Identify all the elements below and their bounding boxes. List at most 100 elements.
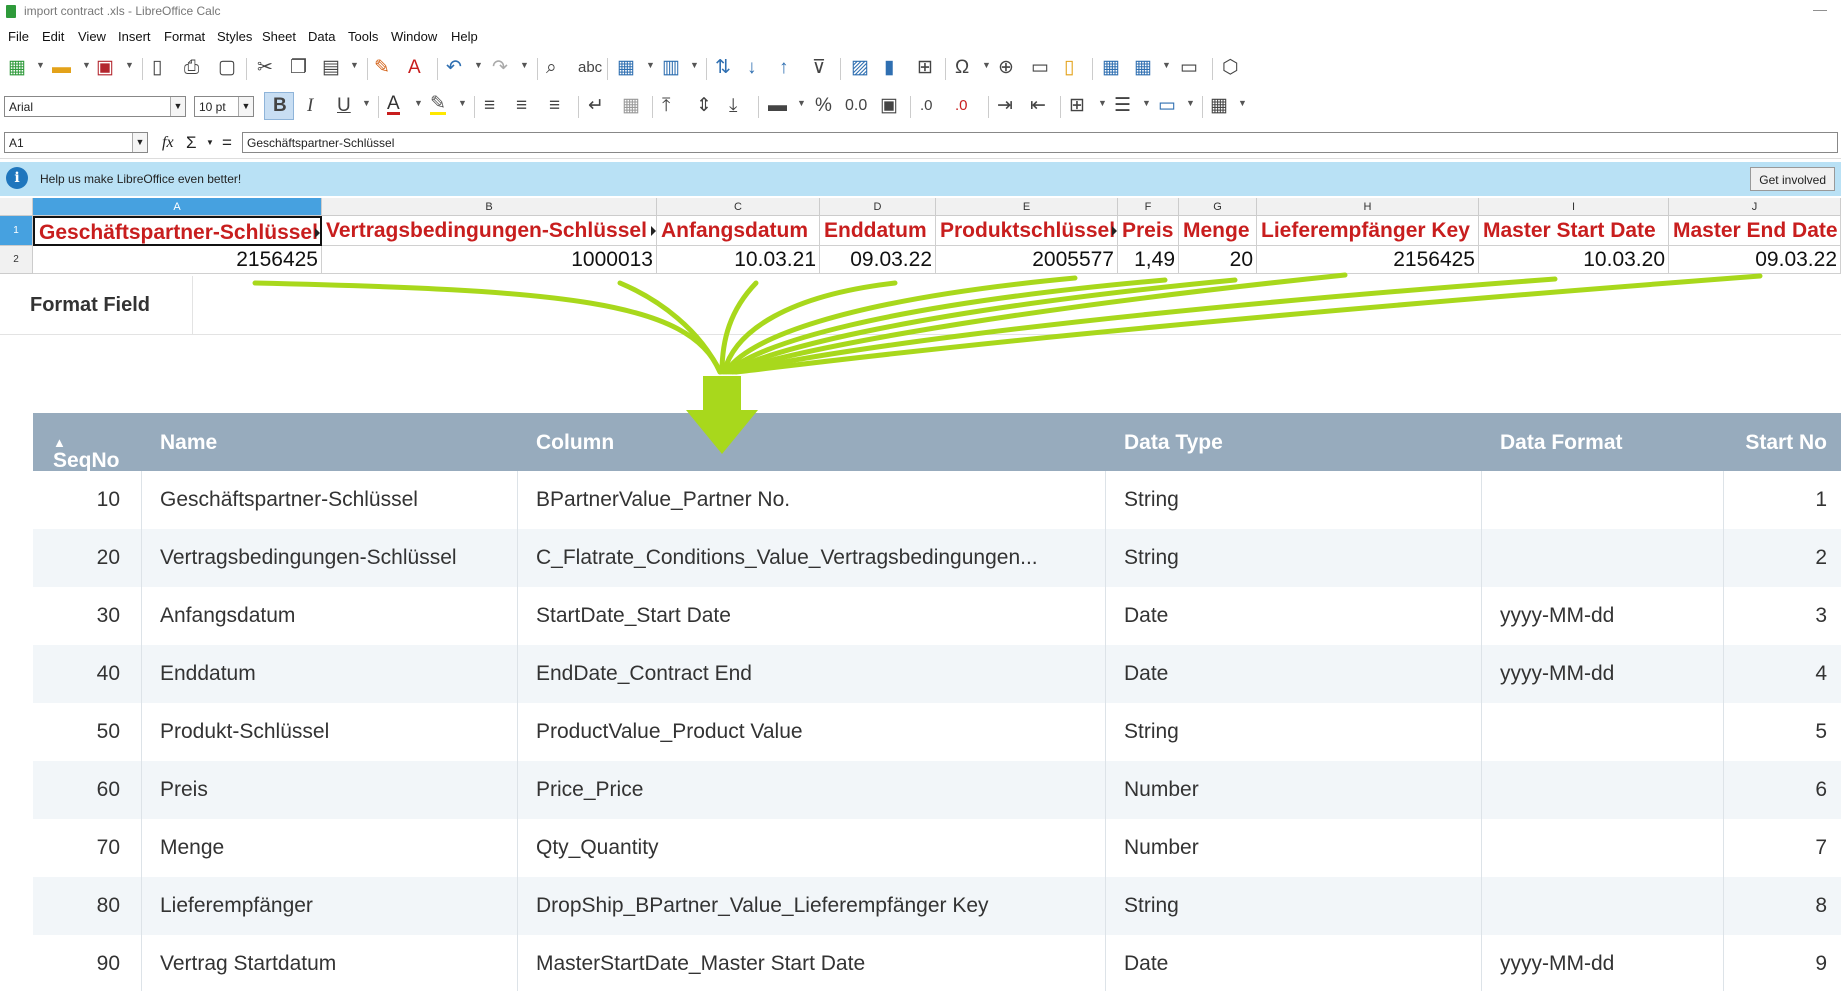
cell-j1[interactable]: Master End Date	[1669, 216, 1841, 246]
border-style-icon[interactable]: ☰	[1114, 96, 1131, 116]
date-format-icon[interactable]: ▣	[880, 96, 898, 116]
formula-equals-icon[interactable]: =	[222, 133, 232, 153]
header-data-type[interactable]: Data Type	[1124, 431, 1223, 455]
cell-b1[interactable]: Vertragsbedingungen-Schlüssel	[322, 216, 657, 246]
name-box[interactable]: A1 ▼	[4, 132, 148, 153]
menu-edit[interactable]: Edit	[42, 29, 64, 44]
header-data-format[interactable]: Data Format	[1500, 431, 1623, 455]
column-header-j[interactable]: J	[1669, 198, 1841, 216]
table-row[interactable]: 30 Anfangsdatum StartDate_Start Date Date yy…	[33, 587, 1841, 645]
find-replace-icon[interactable]: ⌕	[546, 58, 557, 78]
sum-icon[interactable]: Σ	[186, 133, 197, 153]
insert-chart-icon[interactable]: ▮	[884, 58, 894, 78]
merge-cells-icon[interactable]: ▦	[622, 96, 640, 116]
border-color-icon[interactable]: ▭	[1158, 96, 1176, 116]
header-column[interactable]: Column	[536, 431, 614, 455]
column-header-f[interactable]: F	[1118, 198, 1179, 216]
row-header-2[interactable]: 2	[0, 246, 33, 274]
cell-f1[interactable]: Preis	[1118, 216, 1179, 246]
get-involved-button[interactable]: Get involved	[1750, 167, 1835, 191]
pivot-table-icon[interactable]: ⊞	[917, 58, 933, 78]
menu-styles[interactable]: Styles	[217, 29, 252, 44]
undo-icon[interactable]: ↶	[446, 58, 462, 78]
cell-b2[interactable]: 1000013	[322, 246, 657, 274]
sort-icon[interactable]: ⇅	[715, 58, 731, 78]
menu-insert[interactable]: Insert	[118, 29, 151, 44]
freeze-rows-icon[interactable]: ▦	[1134, 58, 1152, 78]
autofilter-icon[interactable]: ⊽	[812, 58, 826, 78]
borders-icon[interactable]: ⊞	[1069, 96, 1085, 116]
tab-format-field[interactable]: Format Field	[0, 276, 193, 334]
menu-view[interactable]: View	[78, 29, 106, 44]
menu-help[interactable]: Help	[451, 29, 478, 44]
delete-decimal-icon[interactable]: .0	[955, 96, 968, 116]
menu-window[interactable]: Window	[391, 29, 437, 44]
copy-icon[interactable]: ❐	[290, 58, 307, 78]
special-character-icon[interactable]: Ω	[955, 58, 969, 78]
cell-c2[interactable]: 10.03.21	[657, 246, 820, 274]
menu-format[interactable]: Format	[164, 29, 205, 44]
column-header-a[interactable]: A	[33, 198, 322, 216]
menu-data[interactable]: Data	[308, 29, 335, 44]
print-icon[interactable]: ⎙	[184, 58, 199, 78]
column-header-b[interactable]: B	[322, 198, 657, 216]
table-row[interactable]: 60 Preis Price_Price Number 6	[33, 761, 1841, 819]
number-format-icon[interactable]: 0.0	[845, 96, 867, 116]
add-decimal-icon[interactable]: .0	[920, 96, 933, 116]
new-document-icon[interactable]: ▦	[8, 58, 26, 78]
split-window-icon[interactable]: ▭	[1180, 58, 1198, 78]
cell-d2[interactable]: 09.03.22	[820, 246, 936, 274]
cell-e1[interactable]: Produktschlüssel	[936, 216, 1118, 246]
column-header-e[interactable]: E	[936, 198, 1118, 216]
comment-icon[interactable]: ▭	[1031, 58, 1049, 78]
column-header-d[interactable]: D	[820, 198, 936, 216]
paste-icon[interactable]: ▤	[322, 58, 340, 78]
insert-image-icon[interactable]: ▨	[851, 58, 869, 78]
function-wizard-icon[interactable]: fx	[162, 134, 174, 152]
bold-icon[interactable]: B	[273, 96, 287, 116]
clone-formatting-icon[interactable]: ✎	[374, 58, 390, 78]
cell-c1[interactable]: Anfangsdatum	[657, 216, 820, 246]
cell-i1[interactable]: Master Start Date	[1479, 216, 1669, 246]
table-row[interactable]: 10 Geschäftspartner-Schlüssel BPartnerValu…	[33, 471, 1841, 529]
table-row[interactable]: 20 Vertragsbedingungen-Schlüssel C_Flatrat…	[33, 529, 1841, 587]
table-row[interactable]: 90 Vertrag Startdatum MasterStartDate_Mast…	[33, 935, 1841, 993]
cell-a1[interactable]: Geschäftspartner-Schlüssel	[33, 216, 322, 246]
menu-tools[interactable]: Tools	[348, 29, 378, 44]
cell-g1[interactable]: Menge	[1179, 216, 1257, 246]
draw-functions-icon[interactable]: ⬡	[1222, 58, 1239, 78]
align-top-icon[interactable]: ⤒	[662, 96, 670, 116]
chevron-down-icon[interactable]: ▼	[132, 133, 147, 152]
save-icon[interactable]: ▣	[96, 58, 114, 78]
decrease-indent-icon[interactable]: ⇤	[1030, 96, 1046, 116]
define-print-area-icon[interactable]: ▦	[1102, 58, 1120, 78]
sort-ascending-icon[interactable]: ↓	[747, 58, 757, 78]
cell-h2[interactable]: 2156425	[1257, 246, 1479, 274]
spelling-icon[interactable]: abc	[578, 58, 602, 78]
header-start-no[interactable]: Start No	[1745, 431, 1827, 455]
minimize-button[interactable]: —	[1813, 1, 1827, 17]
column-header-c[interactable]: C	[657, 198, 820, 216]
header-footer-icon[interactable]: ▯	[1064, 58, 1074, 78]
row-header-1[interactable]: 1	[0, 216, 33, 246]
corner-select-all[interactable]	[0, 198, 33, 216]
font-color-icon[interactable]: A	[387, 94, 400, 115]
hyperlink-icon[interactable]: ⊕	[998, 58, 1014, 78]
cut-icon[interactable]: ✂	[257, 58, 273, 78]
cell-h1[interactable]: Lieferempfänger Key	[1257, 216, 1479, 246]
column-icon[interactable]: ▥	[662, 58, 680, 78]
cell-a2[interactable]: 2156425	[33, 246, 322, 274]
print-preview-icon[interactable]: ▢	[218, 58, 236, 78]
percent-icon[interactable]: %	[815, 96, 832, 116]
cell-d1[interactable]: Enddatum	[820, 216, 936, 246]
table-row[interactable]: 50 Produkt-Schlüssel ProductValue_Product …	[33, 703, 1841, 761]
wrap-text-icon[interactable]: ↵	[588, 96, 604, 116]
menu-sheet[interactable]: Sheet	[262, 29, 296, 44]
row-icon[interactable]: ▦	[617, 58, 635, 78]
align-left-icon[interactable]: ≡	[484, 96, 495, 116]
header-seqno[interactable]: SeqNo ▲	[53, 431, 120, 472]
chevron-down-icon[interactable]: ▼	[170, 97, 185, 116]
align-bottom-icon[interactable]: ⤓	[729, 96, 737, 116]
font-size-box[interactable]: 10 pt ▼	[194, 96, 254, 117]
menu-file[interactable]: File	[8, 29, 29, 44]
